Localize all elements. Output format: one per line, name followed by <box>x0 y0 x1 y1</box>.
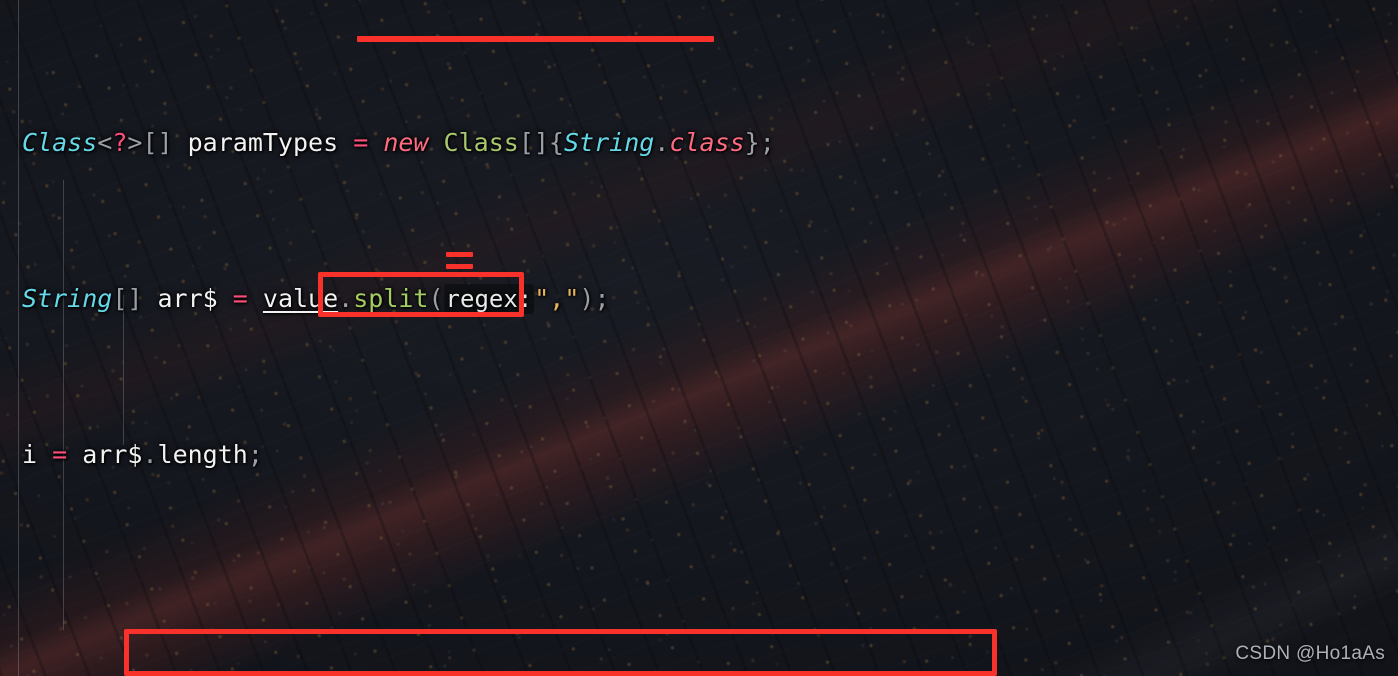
token-brackets: [] <box>112 284 143 313</box>
token-keyword-class: class <box>669 128 745 157</box>
token-brace-open: { <box>548 128 564 157</box>
token-assign: = <box>52 440 68 469</box>
token-paren-open: ( <box>428 284 444 313</box>
token-string-comma: "," <box>534 284 580 313</box>
token-dot: . <box>142 440 158 469</box>
token-angle-close: > <box>127 128 143 157</box>
token-keyword-new: new <box>383 128 429 157</box>
token-assign: = <box>232 284 248 313</box>
token-ident-arr: arr$ <box>82 440 143 469</box>
token-wildcard: ? <box>112 128 128 157</box>
token-brace-close: } <box>744 128 760 157</box>
token-dot: . <box>654 128 670 157</box>
token-field-length: length <box>157 440 248 469</box>
token-type-string: String <box>22 284 113 313</box>
code-line-2: String[] arr$ = value.split(regex:","); <box>0 279 1398 318</box>
token-semicolon: ; <box>247 440 263 469</box>
code-line-4-blank <box>0 591 1398 630</box>
parameter-hint-regex: regex: <box>443 284 535 314</box>
token-dot: . <box>338 284 354 313</box>
token-ident-i: i <box>22 440 38 469</box>
token-class-ref: Class <box>443 128 519 157</box>
token-method-split: split <box>353 284 429 313</box>
code-area[interactable]: Class<?>[] paramTypes = new Class[]{Stri… <box>0 0 1398 676</box>
token-paren-close: ) <box>579 284 595 313</box>
token-brackets: [] <box>142 128 173 157</box>
code-line-1: Class<?>[] paramTypes = new Class[]{Stri… <box>0 123 1398 162</box>
token-assign: = <box>353 128 369 157</box>
token-angle-open: < <box>97 128 113 157</box>
token-ident-value: value <box>262 284 339 313</box>
token-semicolon: ; <box>759 128 775 157</box>
token-semicolon: ; <box>594 284 610 313</box>
token-brackets: [] <box>518 128 549 157</box>
token-type-string: String <box>563 128 655 157</box>
code-line-3: i = arr$.length; <box>0 435 1398 474</box>
code-screenshot: Class<?>[] paramTypes = new Class[]{Stri… <box>0 0 1398 676</box>
token-ident-paramtypes: paramTypes <box>187 128 339 157</box>
token-ident-arr: arr$ <box>157 284 218 313</box>
token-type-class: Class <box>22 128 98 157</box>
